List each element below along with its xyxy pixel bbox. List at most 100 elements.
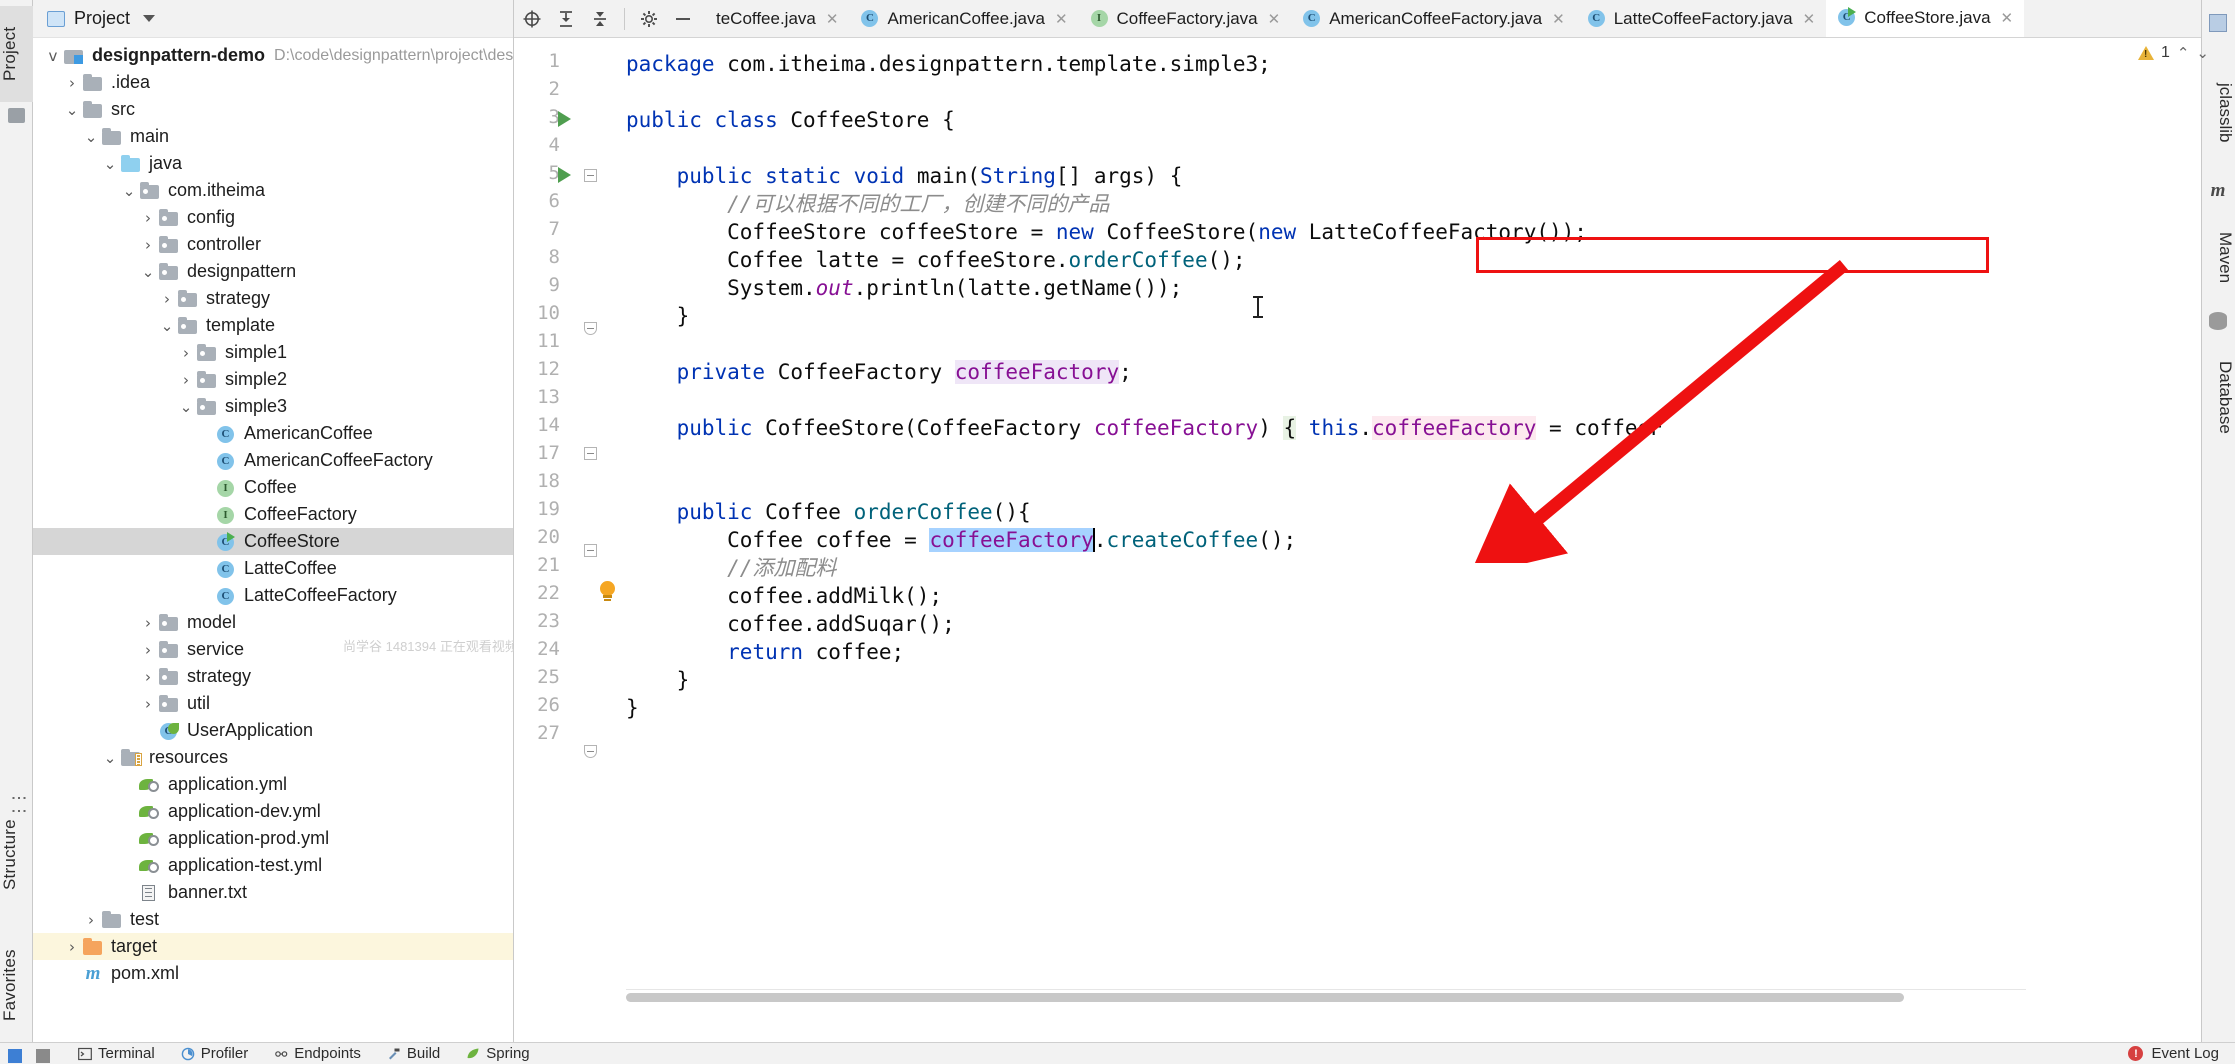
database-icon[interactable]	[2209, 312, 2227, 330]
tool-tab-database[interactable]: Database	[2201, 335, 2235, 460]
tree-row-application-test-yml[interactable]: application-test.yml	[33, 852, 513, 879]
code-line[interactable]: coffee.addSuqar();	[626, 610, 955, 638]
close-icon[interactable]: ✕	[2001, 9, 2014, 27]
editor-tab-coffeestore[interactable]: C CoffeeStore.java ✕	[1826, 0, 2025, 37]
tree-twisty-expanded-icon[interactable]: ⌄	[81, 128, 101, 146]
code-content[interactable]: package com.itheima.designpattern.templa…	[514, 38, 2235, 1004]
code-line[interactable]: public static void main(String[] args) {	[626, 162, 1183, 190]
tree-twisty-icon[interactable]: v	[43, 47, 63, 65]
tool-tab-favorites[interactable]: Favorites	[0, 930, 33, 1040]
tree-twisty-collapsed-icon[interactable]: ›	[138, 209, 158, 227]
tree-row-coffeestore[interactable]: C CoffeeStore	[33, 528, 513, 555]
close-icon[interactable]: ✕	[1552, 10, 1565, 28]
editor-tabs[interactable]: teCoffee.java ✕ C AmericanCoffee.java ✕ I Coff…	[705, 0, 2025, 37]
tool-tab-maven[interactable]: Maven	[2201, 205, 2235, 310]
tree-row-main[interactable]: ⌄ main	[33, 123, 513, 150]
code-line[interactable]: return coffee;	[626, 638, 904, 666]
tree-row-lattecoffee[interactable]: C LatteCoffee	[33, 555, 513, 582]
tree-row-resources[interactable]: ⌄ resources	[33, 744, 513, 771]
tree-row-config[interactable]: › config	[33, 204, 513, 231]
tree-twisty-expanded-icon[interactable]: ⌄	[176, 398, 196, 416]
code-line[interactable]: public class CoffeeStore {	[626, 106, 955, 134]
tree-twisty-expanded-icon[interactable]: ⌄	[62, 101, 82, 119]
tree-row-root[interactable]: v designpattern-demo D:\code\designpatte…	[33, 42, 630, 69]
project-tree[interactable]: v designpattern-demo D:\code\designpatte…	[33, 38, 630, 987]
run-gutter-icon[interactable]	[558, 111, 571, 127]
tree-twisty-expanded-icon[interactable]: ⌄	[119, 182, 139, 200]
tree-twisty-collapsed-icon[interactable]: ›	[138, 614, 158, 632]
code-editor[interactable]: 1 2 3 4 5 6 7 8 9 10 11 12 13 14 17 18 19 20 21 22 23 24 25 26 2…	[514, 38, 2235, 1004]
editor-tab-tecoffee[interactable]: teCoffee.java ✕	[705, 0, 849, 37]
run-gutter-icon[interactable]	[558, 167, 571, 183]
tree-row-coffeefactory[interactable]: I CoffeeFactory	[33, 501, 513, 528]
settings-gear-icon[interactable]	[639, 9, 659, 29]
tree-row-simple2[interactable]: › simple2	[33, 366, 513, 393]
code-line[interactable]: //添加配料	[626, 554, 836, 582]
tree-row-coffee[interactable]: I Coffee	[33, 474, 513, 501]
tree-row-template[interactable]: ⌄ template	[33, 312, 513, 339]
tree-row-application-dev-yml[interactable]: application-dev.yml	[33, 798, 513, 825]
tree-twisty-collapsed-icon[interactable]: ›	[62, 938, 82, 956]
intention-bulb-icon[interactable]	[600, 581, 615, 601]
tree-row-userapplication[interactable]: C UserApplication	[33, 717, 513, 744]
tree-twisty-collapsed-icon[interactable]: ›	[138, 236, 158, 254]
collapse-all-icon[interactable]	[556, 9, 576, 29]
horizontal-scrollbar[interactable]	[626, 993, 1904, 1002]
tool-tab-jclasslib[interactable]: jclasslib	[2201, 48, 2235, 178]
tree-twisty-collapsed-icon[interactable]: ›	[81, 911, 101, 929]
tree-row-application-prod-yml[interactable]: application-prod.yml	[33, 825, 513, 852]
code-line[interactable]: CoffeeStore coffeeStore = new CoffeeStor…	[626, 218, 1587, 246]
tree-row-americancoffee[interactable]: C AmericanCoffee	[33, 420, 513, 447]
close-icon[interactable]: ✕	[1803, 10, 1816, 28]
tree-row-java[interactable]: ⌄ java	[33, 150, 513, 177]
tool-tab-structure[interactable]: Structure	[0, 800, 33, 910]
hide-panel-icon[interactable]	[673, 9, 693, 29]
tree-row-lattecoffeefactory[interactable]: C LatteCoffeeFactory	[33, 582, 513, 609]
tree-row-util[interactable]: › util	[33, 690, 513, 717]
close-icon[interactable]: ✕	[826, 10, 839, 28]
tree-twisty-expanded-icon[interactable]: ⌄	[157, 317, 177, 335]
editor-tab-lattecoffeefactory[interactable]: C LatteCoffeeFactory.java ✕	[1576, 0, 1827, 37]
tree-twisty-expanded-icon[interactable]: ⌄	[138, 263, 158, 281]
taskbar-icon[interactable]	[36, 1049, 50, 1063]
tree-twisty-collapsed-icon[interactable]: ›	[157, 290, 177, 308]
code-line[interactable]: System.out.println(latte.getName());	[626, 274, 1182, 302]
tree-row-target[interactable]: › target	[33, 933, 513, 960]
tree-twisty-collapsed-icon[interactable]: ›	[62, 74, 82, 92]
tree-twisty-expanded-icon[interactable]: ⌄	[100, 155, 120, 173]
code-fold-icon[interactable]	[584, 447, 597, 460]
chevron-down-icon[interactable]	[143, 15, 156, 22]
locate-icon[interactable]	[522, 9, 542, 29]
tool-tab-project[interactable]: Project	[0, 6, 33, 102]
code-line[interactable]: }	[626, 694, 639, 722]
editor-tab-coffeefactory[interactable]: I CoffeeFactory.java ✕	[1079, 0, 1292, 37]
editor-gutter[interactable]: 1 2 3 4 5 6 7 8 9 10 11 12 13 14 17 18 19 20 21 22 23 24 25 26 2…	[514, 38, 626, 1004]
inspection-widget[interactable]: 1 ⌃ ⌄	[2137, 44, 2209, 62]
tree-row-strategy[interactable]: › strategy	[33, 663, 513, 690]
code-line[interactable]: Coffee coffee = coffeeFactory.createCoff…	[514, 526, 2235, 582]
editor-tab-americancoffeefactory[interactable]: C AmericanCoffeeFactory.java ✕	[1291, 0, 1576, 37]
tree-twisty-expanded-icon[interactable]: ⌄	[100, 749, 120, 767]
tree-row-com-itheima[interactable]: ⌄ com.itheima	[33, 177, 513, 204]
code-line[interactable]: }	[626, 666, 690, 694]
code-fold-icon[interactable]	[584, 544, 597, 557]
tree-twisty-collapsed-icon[interactable]: ›	[176, 371, 196, 389]
jclasslib-icon[interactable]	[2209, 14, 2227, 32]
code-line[interactable]: private CoffeeFactory coffeeFactory;	[626, 358, 1132, 386]
maven-icon[interactable]: m	[2209, 181, 2227, 200]
close-icon[interactable]: ✕	[1268, 10, 1281, 28]
status-spring[interactable]: Spring	[466, 1045, 530, 1062]
tree-row-designpattern[interactable]: ⌄ designpattern	[33, 258, 513, 285]
tree-row-pom-xml[interactable]: m pom.xml	[33, 960, 513, 987]
expand-all-icon[interactable]	[590, 9, 610, 29]
tree-row-simple3[interactable]: ⌄ simple3	[33, 393, 513, 420]
code-line[interactable]: package com.itheima.designpattern.templa…	[626, 50, 1271, 78]
chevron-down-icon-inspection[interactable]: ⌄	[2196, 44, 2209, 62]
editor-tab-americancoffee[interactable]: C AmericanCoffee.java ✕	[849, 0, 1078, 37]
tree-row--idea[interactable]: › .idea	[33, 69, 513, 96]
code-line[interactable]: }	[626, 302, 690, 330]
tree-twisty-collapsed-icon[interactable]: ›	[138, 668, 158, 686]
chevron-up-icon[interactable]: ⌃	[2177, 44, 2190, 62]
event-log-label[interactable]: Event Log	[2151, 1045, 2219, 1062]
status-profiler[interactable]: Profiler	[181, 1045, 248, 1062]
